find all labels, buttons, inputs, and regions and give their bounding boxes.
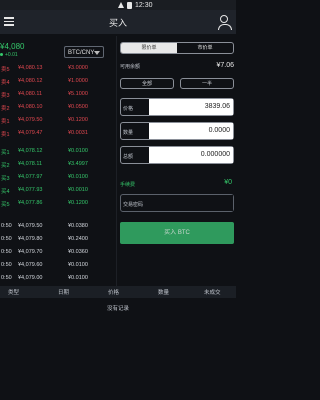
submit-buy-button[interactable]: 买入 BTC <box>120 222 234 244</box>
chevron-down-icon <box>94 51 100 55</box>
tab-limit[interactable]: 限价单 <box>121 43 177 53</box>
amount-input[interactable]: 0.0000 <box>149 123 233 139</box>
total-field[interactable]: 总额 0.000000 <box>120 146 234 164</box>
ask-row[interactable]: 卖3 ¥4,080.11 ¥5.1000 <box>0 88 116 101</box>
pair-select[interactable]: BTC/CNY <box>64 46 104 58</box>
orders-header: 类型 日期 价格 数量 未成交 <box>0 286 236 298</box>
app-bar: 买入 <box>0 10 236 34</box>
clock: 12:30 <box>135 1 153 9</box>
ask-row[interactable]: 卖1 ¥4,079.47 ¥0.0031 <box>0 127 116 140</box>
col-unfilled: 未成交 <box>204 290 221 296</box>
total-input[interactable]: 0.000000 <box>149 147 233 163</box>
ask-row[interactable]: 卖1 ¥4,079.50 ¥0.1200 <box>0 114 116 127</box>
status-bar: 12:30 <box>0 0 236 10</box>
ask-row[interactable]: 卖4 ¥4,080.12 ¥1.0000 <box>0 75 116 88</box>
page-title: 买入 <box>108 18 127 28</box>
market-panel: ¥4,080 +0.01 BTC/CNY 卖5 ¥4,080.13 ¥3.000… <box>0 36 116 292</box>
col-date: 日期 <box>58 290 70 296</box>
divider <box>116 36 117 286</box>
trade-row: 0:50 ¥4,079.00 ¥0.0100 <box>1 275 88 281</box>
total-label: 总额 <box>123 154 134 160</box>
bid-row[interactable]: 买2 ¥4,078.11 ¥3.4997 <box>0 158 116 171</box>
ask-row[interactable]: 卖5 ¥4,080.13 ¥3.0000 <box>0 62 116 75</box>
fee-value: ¥0 <box>224 179 232 186</box>
trade-row: 0:50 ¥4,079.70 ¥0.0360 <box>1 249 88 255</box>
user-icon[interactable] <box>218 15 232 30</box>
col-price: 价格 <box>108 290 120 296</box>
trade-password-input[interactable] <box>149 195 233 211</box>
ask-row[interactable]: 卖2 ¥4,080.10 ¥0.0500 <box>0 101 116 114</box>
status-icons: 12:30 <box>118 0 234 10</box>
empty-state: 没有记录 <box>106 306 129 312</box>
tab-market[interactable]: 市价单 <box>177 43 233 53</box>
bid-row[interactable]: 买4 ¥4,077.93 ¥0.0010 <box>0 184 116 197</box>
available-label: 可用余额 <box>120 64 141 70</box>
signal-icon <box>118 2 124 8</box>
price-field[interactable]: 价格 3839.06 <box>120 98 234 116</box>
amount-field[interactable]: 数量 0.0000 <box>120 122 234 140</box>
trade-row: 0:50 ¥4,079.80 ¥0.2400 <box>1 236 88 242</box>
market-summary: ¥4,080 +0.01 BTC/CNY <box>0 42 116 62</box>
all-button[interactable]: 全部 <box>120 78 174 89</box>
trade-row: 0:50 ¥4,079.60 ¥0.0100 <box>1 262 88 268</box>
half-button[interactable]: 一半 <box>180 78 234 89</box>
trade-password-field[interactable]: 交易密码 <box>120 194 234 212</box>
amount-label: 数量 <box>123 130 134 136</box>
price-label: 价格 <box>123 106 134 112</box>
bid-row[interactable]: 买3 ¥4,077.97 ¥0.0100 <box>0 171 116 184</box>
trade-password-label: 交易密码 <box>123 202 144 208</box>
bid-row[interactable]: 买1 ¥4,078.12 ¥0.0100 <box>0 145 116 158</box>
col-type: 类型 <box>8 290 20 296</box>
battery-icon <box>127 1 132 9</box>
bid-row[interactable]: 买5 ¥4,077.86 ¥0.1200 <box>0 197 116 210</box>
last-price: ¥4,080 <box>0 42 25 51</box>
order-type-tabs: 限价单 市价单 <box>120 42 234 54</box>
fee-label: 手续费 <box>120 182 136 188</box>
price-input[interactable]: 3839.06 <box>149 99 233 115</box>
trade-row: 0:50 ¥4,079.50 ¥0.0380 <box>1 223 88 229</box>
col-amount: 数量 <box>158 290 170 296</box>
available-value: ¥7.06 <box>216 62 234 69</box>
price-change: +0.01 <box>0 52 18 58</box>
